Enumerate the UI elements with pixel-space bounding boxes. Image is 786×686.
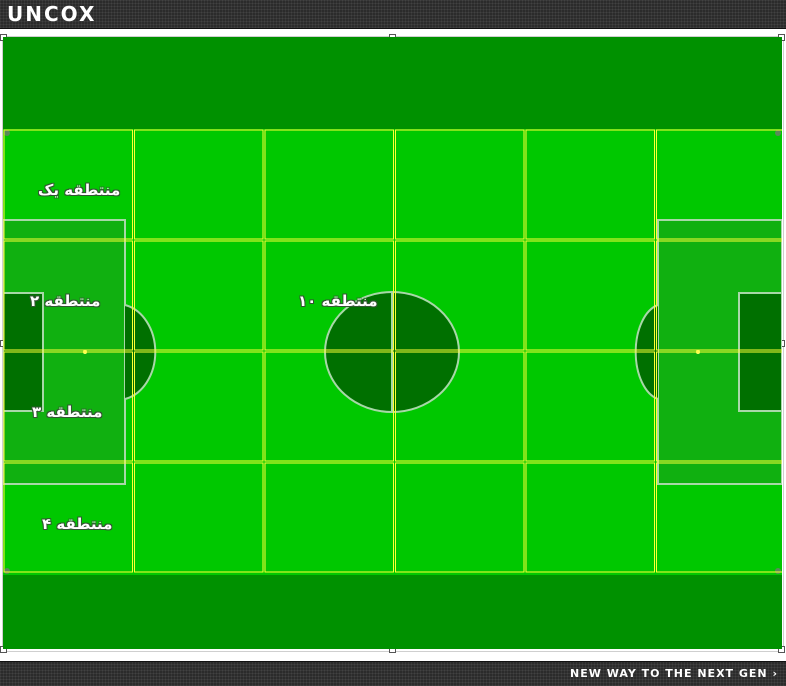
uncox-logo: UNCOX xyxy=(7,2,97,26)
zone-label-10: منتطقه ۱۰ xyxy=(298,292,378,310)
soccer-field xyxy=(3,37,782,649)
zone-label-3: منتطقه ۳ xyxy=(32,403,103,421)
corner-top-right xyxy=(775,130,781,136)
corner-bottom-right xyxy=(775,568,781,574)
zone-label-1: منتطقه یک xyxy=(38,181,121,199)
corner-bottom-left xyxy=(4,568,10,574)
tagline: NEW WAY TO THE NEXT GEN › xyxy=(570,667,778,680)
zone-label-4: منتطقه ۴ xyxy=(42,515,113,533)
zone-label-2: منتطقه ۲ xyxy=(30,292,101,310)
bottom-bar: NEW WAY TO THE NEXT GEN › xyxy=(0,661,786,686)
corner-top-left xyxy=(4,130,10,136)
top-bar: UNCOX xyxy=(0,0,786,29)
